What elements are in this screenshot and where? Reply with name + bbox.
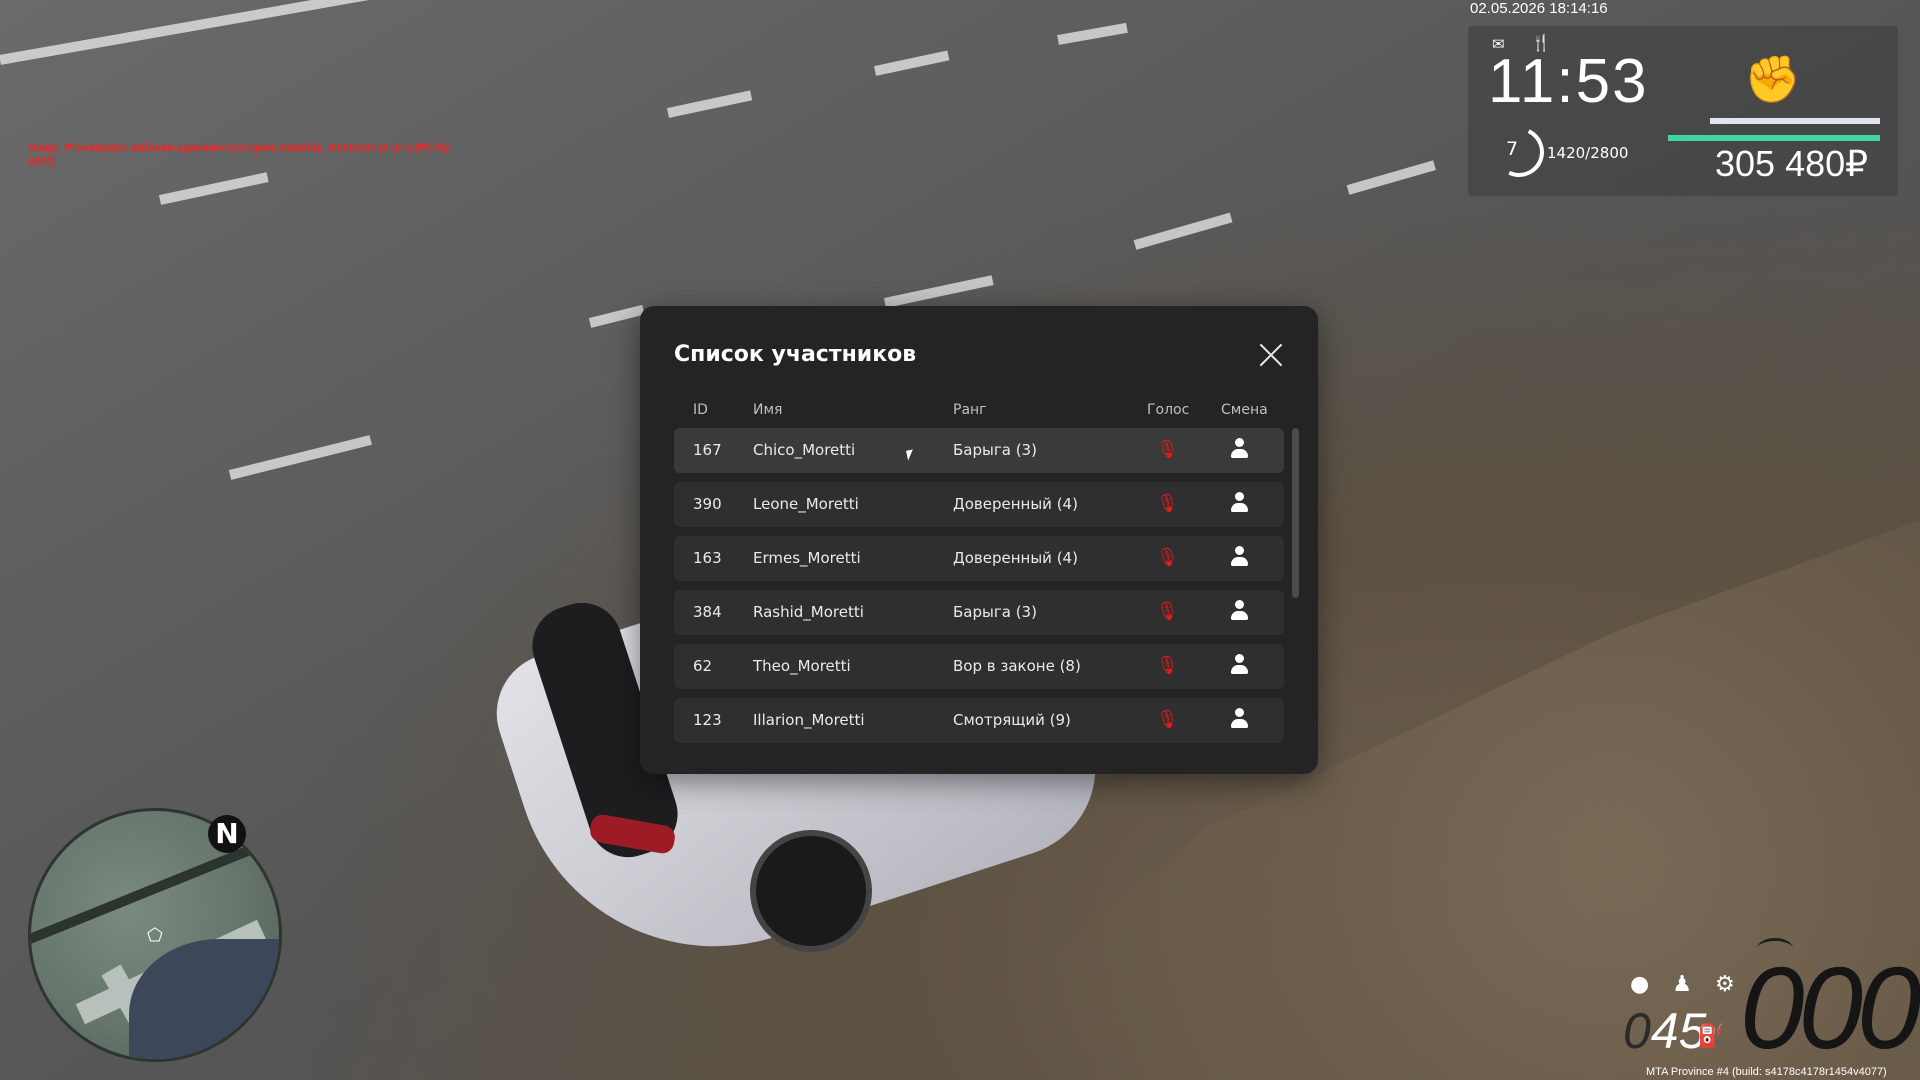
fuel-leading-digit: 0 (1623, 1003, 1651, 1059)
user-icon[interactable] (1231, 492, 1248, 514)
microphone-icon[interactable]: 🎙 (1156, 547, 1179, 568)
column-header-rank: Ранг (953, 402, 987, 418)
table-row[interactable]: 167 Chico_Moretti Барыга (3) 🎙 (674, 428, 1284, 473)
microphone-icon[interactable]: 🎙 (1156, 601, 1179, 622)
headlights-icon: ● (1630, 972, 1650, 997)
build-info: MTA Province #4 (build: s4178c4178r1454v… (1646, 1066, 1887, 1078)
road-marking (0, 0, 513, 65)
column-header-id: ID (693, 402, 708, 418)
vehicle-status-icons: ● ♟ ⚙ (1630, 972, 1751, 997)
seatbelt-icon: ♟ (1672, 972, 1692, 997)
user-icon[interactable] (1231, 654, 1248, 676)
experience-counter: 1420/2800 (1547, 144, 1629, 162)
participants-list: 167 Chico_Moretti Барыга (3) 🎙 390 Leone… (674, 428, 1284, 752)
row-id: 167 (693, 441, 722, 459)
row-name: Ermes_Moretti (753, 549, 861, 567)
kill-feed: Diego_Provenzano забанен администратором… (28, 141, 498, 169)
row-name: Rashid_Moretti (753, 603, 864, 621)
fuel-level: 045 (1623, 1002, 1706, 1060)
row-name: Chico_Moretti (753, 441, 856, 459)
modal-title: Список участников (674, 342, 917, 367)
user-icon[interactable] (1231, 546, 1248, 568)
row-rank: Доверенный (4) (953, 549, 1078, 567)
scrollbar[interactable] (1292, 428, 1299, 598)
row-name: Illarion_Moretti (753, 711, 865, 729)
car-wheel (750, 830, 872, 952)
user-icon[interactable] (1231, 438, 1248, 460)
table-row[interactable]: 384 Rashid_Moretti Барыга (3) 🎙 (674, 590, 1284, 635)
road-marking (588, 304, 645, 328)
row-id: 62 (693, 657, 713, 675)
table-row[interactable]: 123 Illarion_Moretti Смотрящий (9) 🎙 (674, 698, 1284, 743)
row-rank: Барыга (3) (953, 441, 1037, 459)
minimap-water (129, 939, 279, 1059)
north-indicator: N (208, 815, 246, 853)
table-row[interactable]: 390 Leone_Moretti Доверенный (4) 🎙 (674, 482, 1284, 527)
row-rank: Вор в законе (8) (953, 657, 1081, 675)
microphone-icon[interactable]: 🎙 (1156, 439, 1179, 460)
row-id: 384 (693, 603, 722, 621)
table-header: ID Имя Ранг Голос Смена (674, 402, 1284, 424)
game-time: 11:53 (1488, 47, 1649, 116)
armor-bar (1710, 118, 1880, 124)
fist-weapon-icon: ✊ (1744, 52, 1802, 106)
row-id: 390 (693, 495, 722, 513)
kill-feed-line: ATM) (28, 156, 55, 168)
table-row[interactable]: 62 Theo_Moretti Вор в законе (8) 🎙 (674, 644, 1284, 689)
column-header-shift: Смена (1221, 402, 1268, 418)
server-datetime: 02.05.2026 18:14:16 (1470, 0, 1608, 17)
row-name: Theo_Moretti (753, 657, 851, 675)
microphone-icon[interactable]: 🎙 (1156, 709, 1179, 730)
user-icon[interactable] (1231, 600, 1248, 622)
row-rank: Доверенный (4) (953, 495, 1078, 513)
road-marking (158, 172, 269, 205)
kill-feed-line: Diego_Provenzano забанен администратором… (28, 142, 450, 154)
row-id: 123 (693, 711, 722, 729)
row-name: Leone_Moretti (753, 495, 859, 513)
microphone-icon[interactable]: 🎙 (1156, 493, 1179, 514)
road-marking (666, 90, 753, 118)
row-rank: Барыга (3) (953, 603, 1037, 621)
road-marking (873, 50, 950, 76)
money-balance: 305 480₽ (1715, 143, 1869, 184)
column-header-voice: Голос (1147, 402, 1190, 418)
fuel-pump-icon: ⛽ (1697, 1024, 1725, 1049)
participants-modal: Список участников ID Имя Ранг Голос Смен… (640, 306, 1318, 774)
road-marking (228, 435, 372, 480)
speedometer-value: 000 (1740, 943, 1920, 1073)
player-position-icon: ⬠ (147, 925, 163, 946)
player-level: 7 (1506, 138, 1519, 160)
road-marking (1133, 212, 1233, 250)
column-header-name: Имя (753, 402, 783, 418)
road-marking (1057, 22, 1128, 45)
road-marking (883, 275, 994, 308)
user-icon[interactable] (1231, 708, 1248, 730)
row-id: 163 (693, 549, 722, 567)
engine-icon: ⚙ (1714, 972, 1735, 997)
table-row[interactable]: 163 Ermes_Moretti Доверенный (4) 🎙 (674, 536, 1284, 581)
health-bar (1668, 135, 1880, 141)
road-marking (1346, 160, 1436, 195)
row-rank: Смотрящий (9) (953, 711, 1071, 729)
close-icon[interactable] (1256, 340, 1286, 370)
microphone-icon[interactable]: 🎙 (1156, 655, 1179, 676)
